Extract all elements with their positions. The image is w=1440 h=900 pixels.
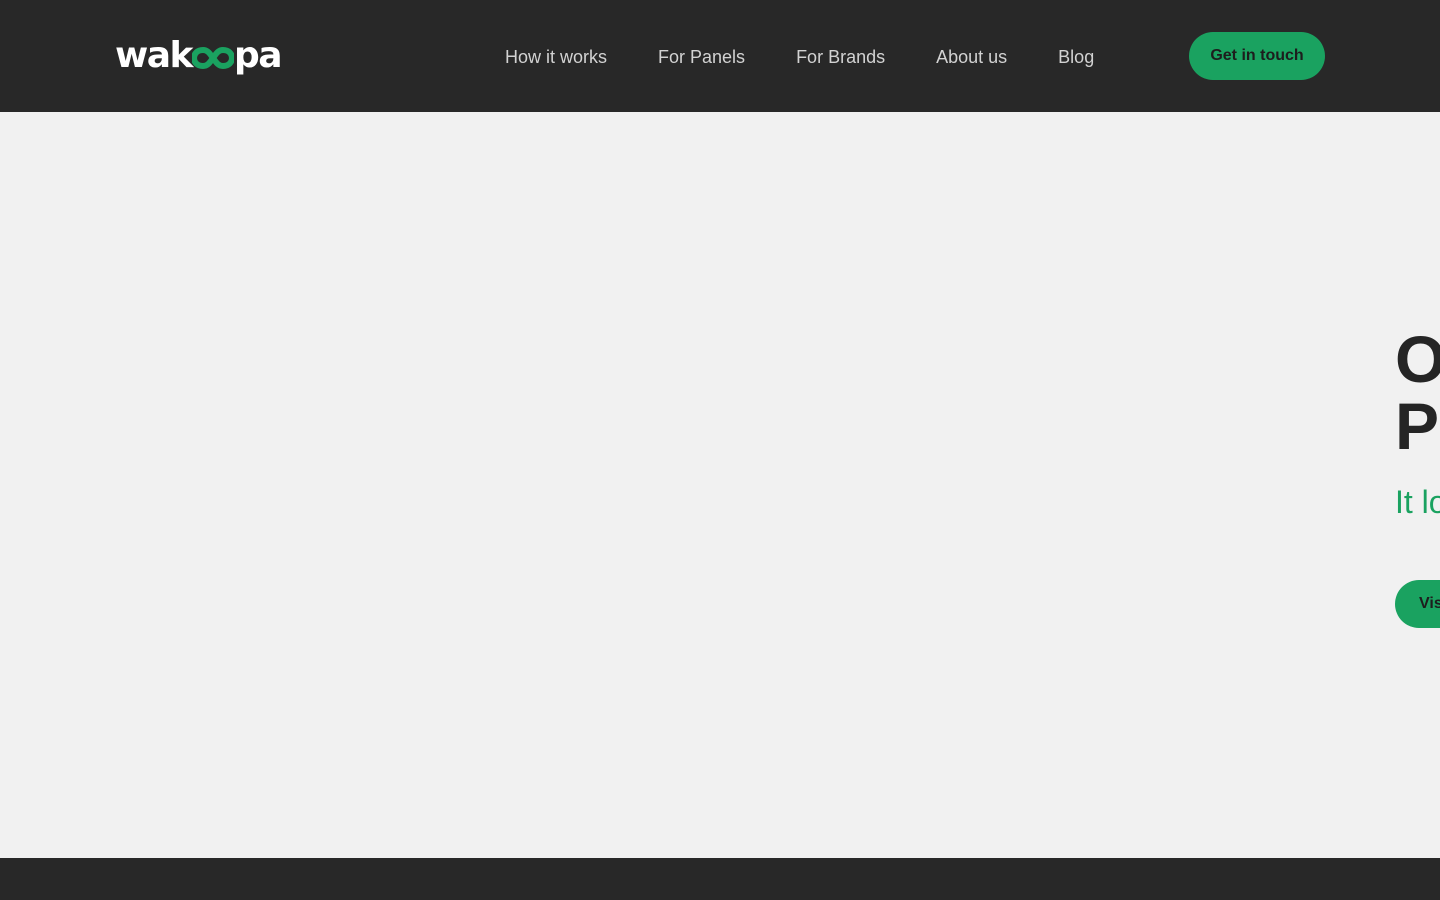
nav-how-it-works[interactable]: How it works	[505, 47, 607, 68]
hero-content: O Pa It lo Vis	[1395, 326, 1440, 628]
nav-for-panels[interactable]: For Panels	[658, 47, 745, 68]
hero-section: O Pa It lo Vis	[0, 112, 1440, 858]
logo-text-right: pa	[234, 35, 283, 76]
logo-text-left: wak	[115, 35, 194, 76]
footer-band	[0, 858, 1440, 900]
page: wak pa How it works For Panels For Brand…	[0, 0, 1440, 900]
site-header: wak pa How it works For Panels For Brand…	[0, 0, 1440, 112]
hero-subtitle: It lo	[1395, 484, 1440, 520]
hero-title-line1: O	[1395, 322, 1440, 396]
nav-for-brands[interactable]: For Brands	[796, 47, 885, 68]
infinity-loop-icon	[192, 47, 234, 69]
wakoopa-logo[interactable]: wak pa	[115, 34, 283, 78]
hero-visit-button[interactable]: Vis	[1395, 580, 1440, 628]
main-nav: How it works For Panels For Brands About…	[505, 44, 1094, 70]
hero-title-line2: Pa	[1395, 389, 1440, 463]
nav-about-us[interactable]: About us	[936, 47, 1007, 68]
hero-title: O Pa	[1395, 326, 1440, 460]
nav-blog[interactable]: Blog	[1058, 47, 1094, 68]
get-in-touch-button[interactable]: Get in touch	[1189, 32, 1325, 80]
